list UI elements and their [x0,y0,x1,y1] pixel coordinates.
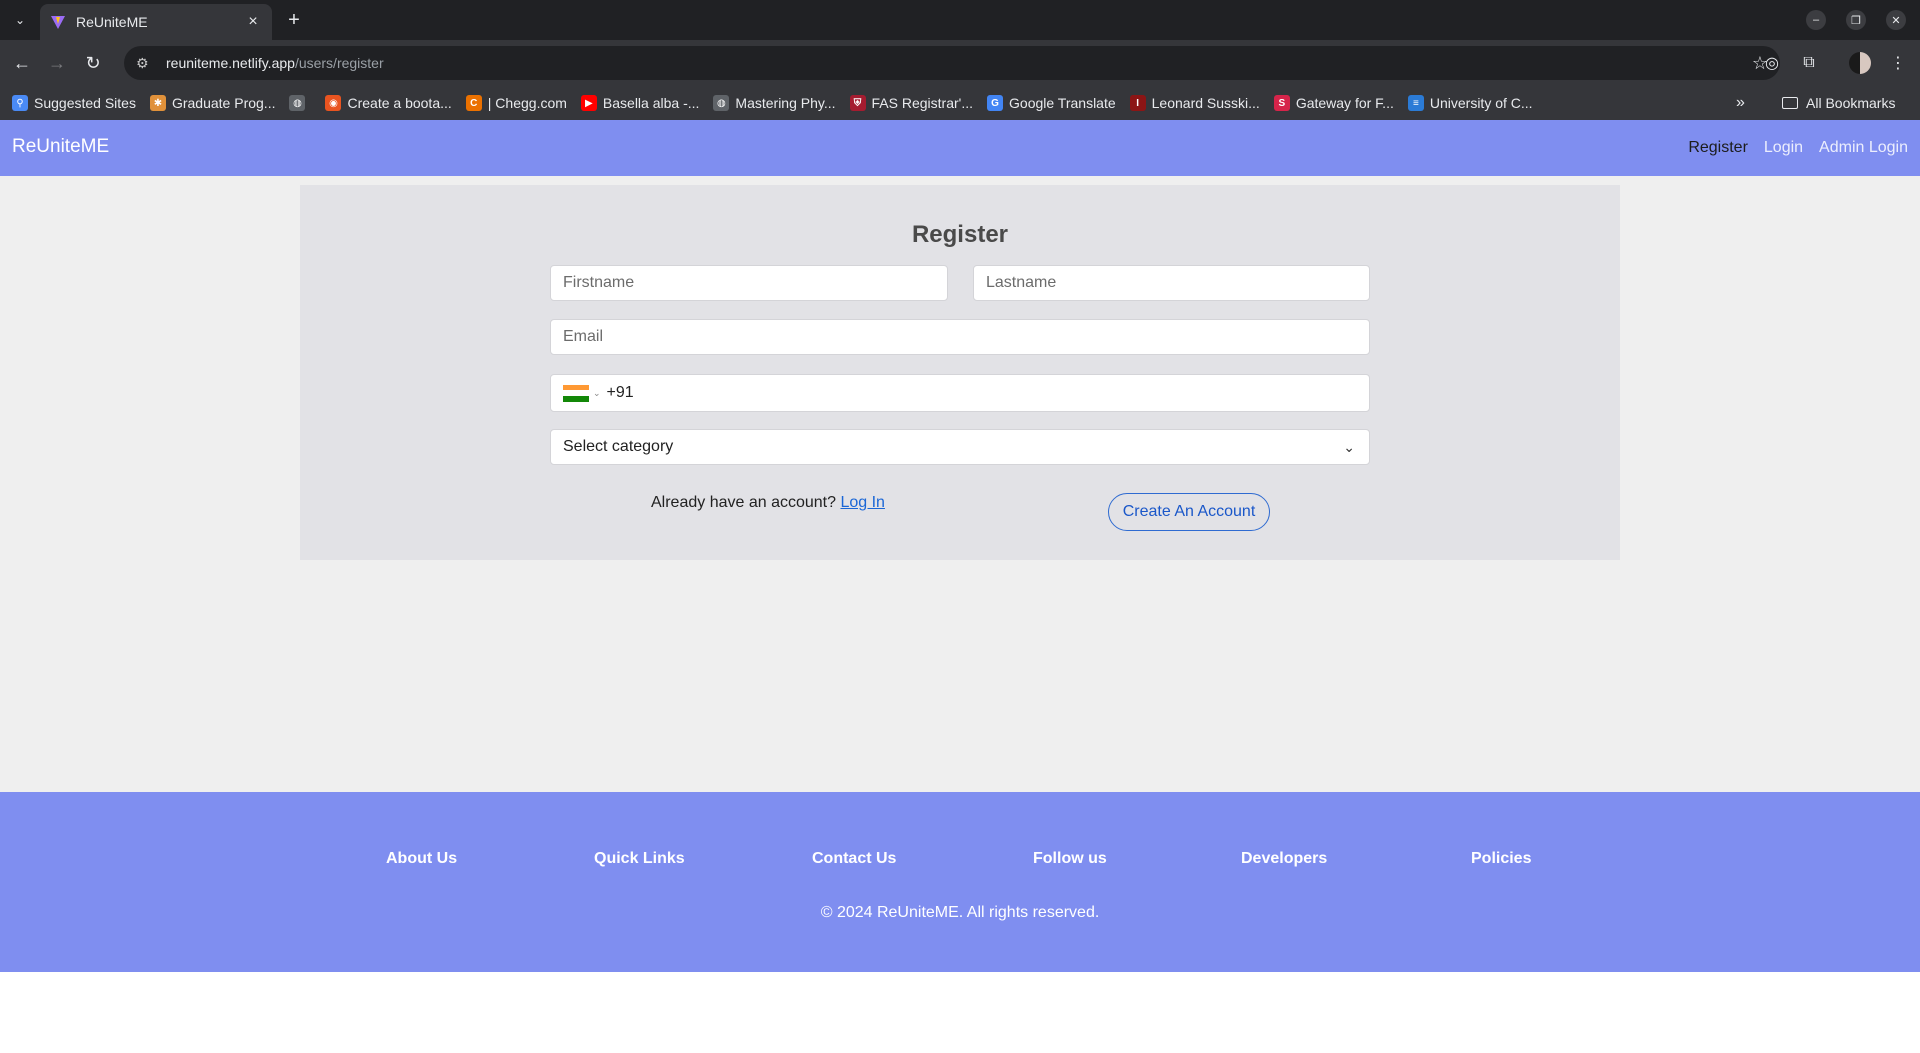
all-bookmarks-folder[interactable]: All Bookmarks [1782,86,1895,120]
bookmark-item[interactable]: ⛨ FAS Registrar'... [849,95,974,111]
copyright-text: © 2024 ReUniteME. All rights reserved. [820,904,1100,921]
email-field[interactable]: Email [550,319,1370,355]
address-bar[interactable]: ⚙ reuniteme.netlify.app /users/register … [124,46,1780,80]
url-host: reuniteme.netlify.app [166,55,295,71]
minimize-icon[interactable]: – [1804,8,1828,32]
profile-avatar[interactable] [1848,51,1872,75]
stanford-icon: I [1129,95,1146,111]
bookmark-item[interactable]: S Gateway for F... [1273,95,1394,111]
restore-icon[interactable]: ❐ [1844,8,1868,32]
footer-policies[interactable]: Policies [1471,850,1531,868]
bookmark-label: Leonard Susski... [1151,95,1260,111]
login-prompt: Already have an account? Log In [651,494,885,512]
ubuntu-icon: ◉ [325,95,342,111]
close-tab-icon[interactable]: × [244,13,262,31]
gear-icon: ✱ [149,95,166,111]
bookmark-label: Suggested Sites [34,95,136,111]
bookmark-label: Gateway for F... [1295,95,1394,111]
tab-title: ReUniteME [76,14,148,30]
chegg-icon: C [465,95,482,111]
reload-icon[interactable]: ↻ [81,51,105,75]
phone-country-code: +91 [606,384,634,401]
bookmark-item[interactable]: ▶ Basella alba -... [580,95,700,111]
extensions-puzzle-icon[interactable]: ⧉ [1797,51,1821,75]
footer-developers[interactable]: Developers [1241,850,1327,868]
uc-icon: ≡ [1407,95,1424,111]
india-flag-icon[interactable] [563,384,589,402]
tab-search-chevron-icon[interactable]: ⌄ [8,8,32,32]
login-link[interactable]: Log In [840,494,884,511]
folder-icon [1782,97,1798,109]
create-account-button[interactable]: Create An Account [1108,493,1270,531]
bookmark-label: Basella alba -... [602,95,700,111]
firstname-field[interactable]: Firstname [550,265,948,301]
site-info-icon[interactable]: ⚙ [136,55,156,72]
lastname-placeholder: Lastname [986,274,1057,291]
bookmark-item[interactable]: I Leonard Susski... [1129,95,1260,111]
nav-login-link[interactable]: Login [1764,139,1803,157]
category-select[interactable]: Select category ⌄ [550,429,1370,465]
bookmark-item[interactable]: C | Chegg.com [465,95,567,111]
bookmark-item[interactable]: ⚲ Suggested Sites [12,95,136,111]
main-content: Register Firstname Lastname Email ⌄ +91 … [0,176,1920,792]
footer-quick-links[interactable]: Quick Links [594,850,685,868]
country-chevron-down-icon[interactable]: ⌄ [593,388,601,399]
bookmark-label: Mastering Phy... [735,95,836,111]
bookmark-label: University of C... [1429,95,1533,111]
page-title: Register [911,221,1009,248]
browser-tab[interactable]: ReUniteME × [40,4,272,40]
email-placeholder: Email [563,328,604,345]
translate-icon: G [987,95,1004,111]
already-account-text: Already have an account? [651,494,837,511]
vite-favicon-icon [51,16,65,29]
browser-toolbar: ← → ↻ ⚙ reuniteme.netlify.app /users/reg… [0,40,1920,86]
youtube-icon: ▶ [580,95,597,111]
harvard-icon: ⛨ [849,95,866,111]
footer-follow-us[interactable]: Follow us [1033,850,1107,868]
web-page: ReUniteME Register Login Admin Login Reg… [0,120,1920,1053]
bookmark-label: Create a boota... [347,95,452,111]
forward-arrow-icon[interactable]: → [45,51,69,75]
more-bookmarks-chevron-icon[interactable]: » [1736,94,1745,112]
menu-kebab-icon[interactable]: ⋮ [1886,51,1910,75]
firstname-placeholder: Firstname [563,274,635,291]
bookmarks-bar: ⚲ Suggested Sites ✱ Graduate Prog... ◍ ◉ Creat… [0,86,1920,120]
nav-register-link[interactable]: Register [1688,139,1748,157]
site-footer: About Us Quick Links Contact Us Follow u… [0,792,1920,972]
footer-about-us[interactable]: About Us [386,850,457,868]
bookmark-item[interactable]: G Google Translate [987,95,1116,111]
extension-circle-icon[interactable]: ◎ [1760,51,1784,75]
nav-admin-login-link[interactable]: Admin Login [1819,139,1908,157]
register-card: Register Firstname Lastname Email ⌄ +91 … [300,185,1620,560]
bookmark-label: Google Translate [1009,95,1116,111]
close-window-icon[interactable]: ✕ [1884,8,1908,32]
bookmark-item[interactable]: ◍ [289,95,311,111]
footer-contact-us[interactable]: Contact Us [812,850,896,868]
bookmark-label: FAS Registrar'... [871,95,974,111]
browser-tab-bar: ⌄ ReUniteME × + – ❐ ✕ [0,0,1920,40]
bookmark-item[interactable]: ✱ Graduate Prog... [149,95,276,111]
bookmark-item[interactable]: ◉ Create a boota... [325,95,452,111]
globe-icon: ◍ [713,95,730,111]
site-brand[interactable]: ReUniteME [12,136,109,158]
bookmark-list: ⚲ Suggested Sites ✱ Graduate Prog... ◍ ◉ Creat… [12,95,1547,111]
bookmark-label: Graduate Prog... [171,95,276,111]
bookmark-item[interactable]: ≡ University of C... [1407,95,1533,111]
url-path: /users/register [294,55,384,71]
all-bookmarks-label: All Bookmarks [1806,95,1896,111]
bookmark-item[interactable]: ◍ Mastering Phy... [713,95,836,111]
globe-icon: ◍ [289,95,306,111]
chevron-down-icon: ⌄ [1343,439,1355,455]
lastname-field[interactable]: Lastname [973,265,1370,301]
search-icon: ⚲ [12,95,28,111]
phone-field[interactable]: ⌄ +91 [550,374,1370,412]
category-selected-value: Select category [563,438,674,455]
bookmark-label: | Chegg.com [487,95,567,111]
site-navbar: ReUniteME Register Login Admin Login [0,120,1920,176]
s-icon: S [1273,95,1290,111]
nav-links: Register Login Admin Login [1672,120,1908,176]
new-tab-plus-icon[interactable]: + [282,8,306,32]
back-arrow-icon[interactable]: ← [10,51,34,75]
